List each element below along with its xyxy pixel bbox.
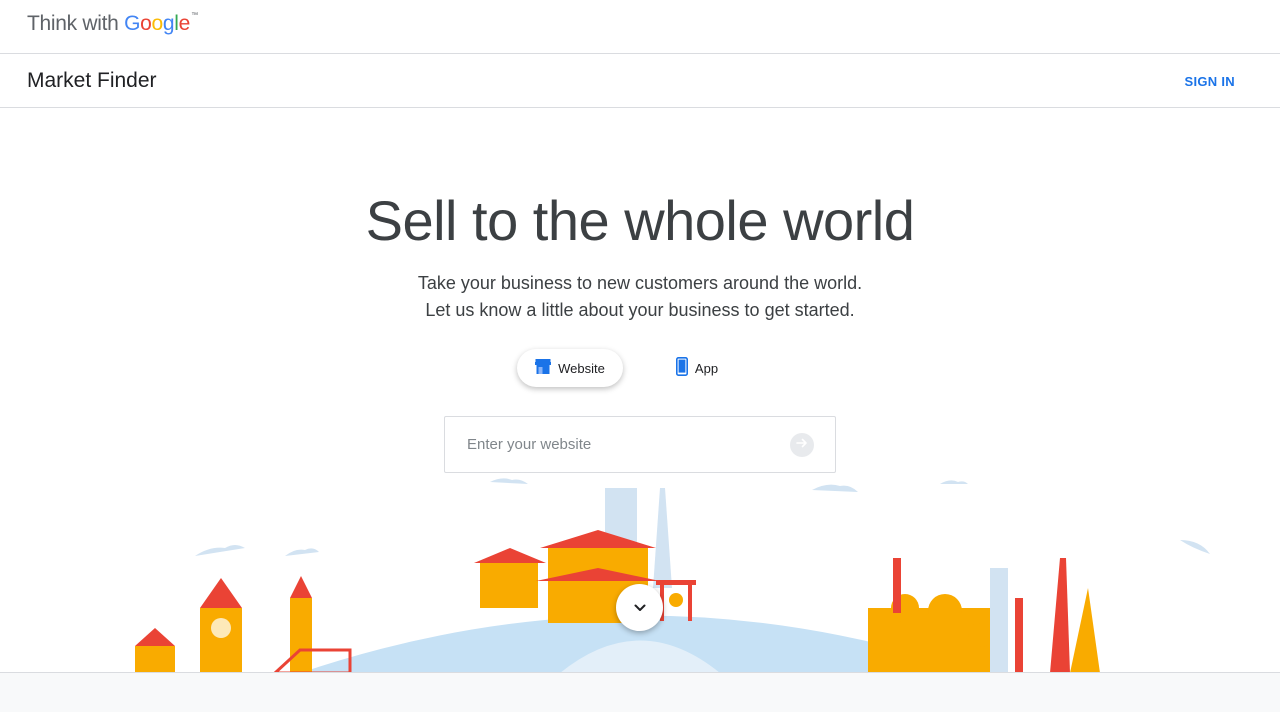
top-header: Think with Google™ xyxy=(0,0,1280,54)
think-with-google-logo[interactable]: Think with Google™ xyxy=(27,12,198,36)
hero-subtitle-line-2: Let us know a little about your business… xyxy=(425,300,855,320)
app-title[interactable]: Market Finder xyxy=(27,69,157,93)
smartphone-icon xyxy=(675,357,688,379)
app-toggle-label: App xyxy=(694,360,719,376)
chevron-down-icon xyxy=(634,599,646,617)
submit-button[interactable] xyxy=(790,433,814,457)
storefront-icon xyxy=(535,359,552,377)
website-input-container xyxy=(444,416,836,473)
app-nav-bar: Market Finder SIGN IN xyxy=(0,54,1280,108)
trademark-mark: ™ xyxy=(191,12,198,19)
middle-east-skyline xyxy=(868,558,1100,673)
website-toggle-button[interactable]: Website xyxy=(517,349,623,387)
sign-in-button[interactable]: SIGN IN xyxy=(1185,74,1236,89)
next-section-band xyxy=(0,672,1280,712)
scroll-down-button[interactable] xyxy=(616,584,663,631)
brand-prefix: Think with xyxy=(27,12,119,35)
hero-subtitle: Take your business to new customers arou… xyxy=(0,270,1280,324)
arrow-right-icon xyxy=(796,436,808,454)
app-toggle-button[interactable]: App xyxy=(662,349,732,387)
clouds xyxy=(195,478,1210,556)
website-toggle-label: Website xyxy=(558,360,605,376)
hero-subtitle-line-1: Take your business to new customers arou… xyxy=(417,273,863,293)
google-wordmark: Google xyxy=(124,12,191,35)
page-title: Sell to the whole world xyxy=(365,189,915,252)
website-input[interactable] xyxy=(467,433,767,455)
world-landmarks-illustration xyxy=(0,478,1280,673)
london-skyline xyxy=(135,576,352,673)
